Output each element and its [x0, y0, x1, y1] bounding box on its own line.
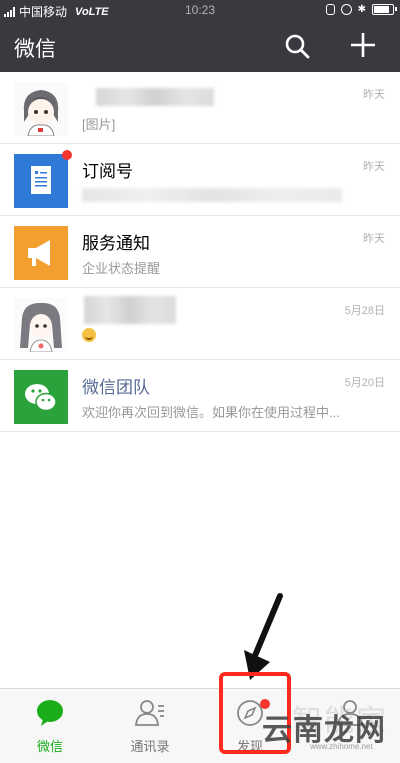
- search-icon[interactable]: [283, 32, 311, 60]
- chat-preview: [82, 328, 96, 345]
- avatar: [14, 82, 68, 136]
- chat-name-blurred: [84, 296, 176, 324]
- chat-list: [图片] 昨天 订阅号 昨天 服务通知 企业状态提醒 昨天 5月28日 微信团队…: [0, 72, 400, 432]
- alarm-icon: [340, 4, 352, 15]
- chat-preview: 企业状态提醒: [82, 261, 161, 276]
- tab-label: 通讯录: [130, 739, 170, 754]
- chat-bubble-icon: [37, 700, 63, 726]
- avatar: [14, 226, 68, 280]
- wechat-logo-icon: [14, 370, 68, 424]
- page-title: 微信: [14, 38, 56, 61]
- plus-icon[interactable]: [348, 30, 378, 60]
- avatar: [14, 370, 68, 424]
- avatar: [14, 154, 68, 208]
- chat-row[interactable]: 微信团队 欢迎你再次回到微信。如果你在使用过程中... 5月20日: [0, 360, 400, 432]
- lock-icon: [325, 4, 335, 15]
- megaphone-icon: [14, 226, 68, 280]
- tab-label: 微信: [36, 739, 63, 754]
- chat-name: 订阅号: [82, 162, 133, 181]
- chat-name: 服务通知: [82, 234, 150, 253]
- chat-preview-blurred: [82, 188, 342, 202]
- chat-row[interactable]: [图片] 昨天: [0, 72, 400, 144]
- contacts-icon: [135, 700, 164, 726]
- avatar: [14, 298, 68, 352]
- chat-preview: 欢迎你再次回到微信。如果你在使用过程中...: [82, 405, 340, 420]
- annotation-arrow-icon: [244, 593, 283, 680]
- chat-time: 昨天: [363, 161, 385, 173]
- tab-contacts[interactable]: 通讯录: [100, 689, 200, 763]
- bluetooth-icon: ✱: [357, 4, 366, 15]
- subscription-icon: [14, 154, 68, 208]
- chat-row[interactable]: 订阅号 昨天: [0, 144, 400, 216]
- grin-emoji-icon: [82, 328, 96, 342]
- unread-dot: [62, 150, 72, 160]
- chat-time: 昨天: [363, 89, 385, 101]
- chat-time: 5月20日: [344, 377, 385, 389]
- chat-row[interactable]: 服务通知 企业状态提醒 昨天: [0, 216, 400, 288]
- chat-name-blurred: [96, 88, 214, 106]
- status-bar: 中国移动 VoLTE 10:23 ✱: [0, 0, 400, 20]
- chat-name: 微信团队: [82, 378, 150, 397]
- chat-time: 昨天: [363, 233, 385, 245]
- chat-preview: [图片]: [82, 117, 116, 132]
- top-app-bar: 微信: [0, 20, 400, 72]
- watermark-url: www.zhihome.net: [310, 742, 373, 751]
- tab-chats[interactable]: 微信: [0, 689, 100, 763]
- battery-icon: [372, 4, 397, 15]
- chat-time: 5月28日: [344, 305, 385, 317]
- chat-row[interactable]: 5月28日: [0, 288, 400, 360]
